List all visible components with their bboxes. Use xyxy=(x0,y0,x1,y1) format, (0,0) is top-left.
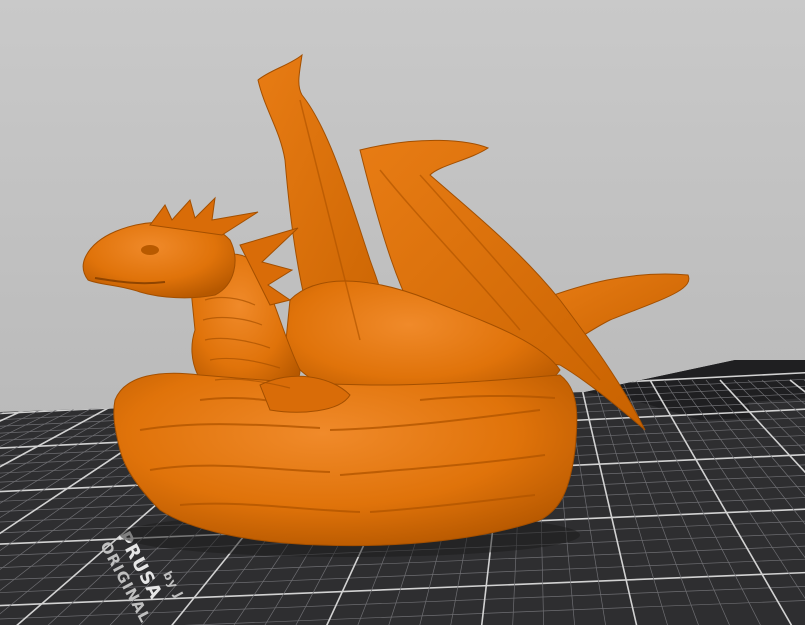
dragon-eye xyxy=(141,245,159,255)
3d-viewport[interactable]: ORIGINAL PRUSA by J xyxy=(0,0,805,625)
scene-canvas[interactable]: ORIGINAL PRUSA by J xyxy=(0,0,805,625)
